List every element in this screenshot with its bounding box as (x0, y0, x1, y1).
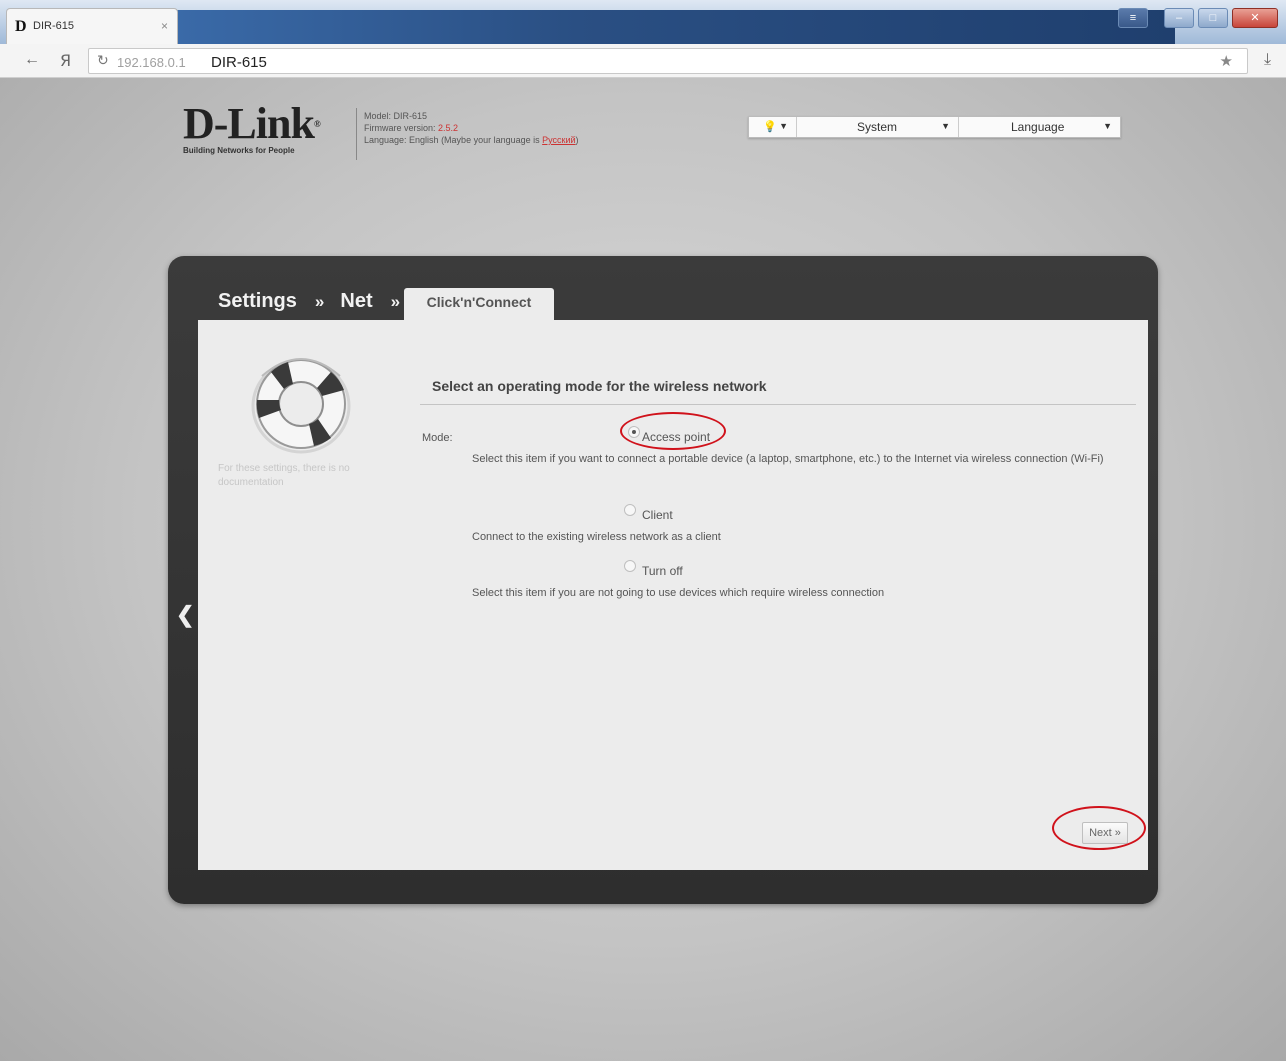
star-icon[interactable]: ★ (1220, 52, 1233, 70)
mode-label: Mode: (422, 432, 453, 444)
back-icon[interactable]: ← (24, 51, 40, 69)
chevron-down-icon: ▼ (779, 121, 788, 131)
system-menu-label: System (857, 120, 898, 134)
breadcrumb: Settings» Net» (218, 290, 401, 312)
tab-click-n-connect[interactable]: Click'n'Connect (404, 288, 554, 322)
section-divider (420, 404, 1136, 405)
option-desc-client: Connect to the existing wireless network… (472, 531, 721, 543)
browser-toolbar: ← Я ↻ 192.168.0.1 DIR-615 ★ ⤓ (0, 44, 1286, 78)
minimize-button[interactable]: – (1164, 8, 1194, 28)
dlink-logo: D-Link® Building Networks for People (183, 99, 345, 160)
section-title: Select an operating mode for the wireles… (432, 378, 767, 394)
system-menu[interactable]: System ▼ (797, 117, 959, 137)
tab-title: DIR-615 (33, 20, 74, 32)
firmware-version: 2.5.2 (438, 123, 459, 133)
radio-turn-off[interactable] (624, 560, 636, 572)
download-icon[interactable]: ⤓ (1264, 51, 1271, 69)
option-label-turn-off[interactable]: Turn off (642, 564, 683, 578)
chevron-down-icon: ▼ (941, 121, 950, 131)
annotation-circle-access-point (620, 412, 726, 450)
option-label-client[interactable]: Client (642, 508, 673, 522)
language-line: Language: English (Maybe your language i… (364, 135, 579, 145)
option-desc-turn-off: Select this item if you are not going to… (472, 587, 885, 599)
no-documentation-note: For these settings, there is no document… (218, 463, 350, 488)
address-bar[interactable]: ↻ 192.168.0.1 DIR-615 ★ (88, 48, 1248, 74)
radio-client[interactable] (624, 504, 636, 516)
chevron-down-icon: ▼ (1103, 121, 1112, 131)
annotation-circle-next (1052, 806, 1146, 850)
url-page-title: DIR-615 (211, 54, 267, 71)
option-desc-access-point: Select this item if you want to connect … (472, 453, 1104, 465)
yandex-icon[interactable]: Я (60, 51, 71, 70)
tab-close-icon[interactable]: × (161, 19, 168, 33)
page-body: D-Link® Building Networks for People Mod… (0, 78, 1286, 1061)
language-menu-label: Language (1011, 120, 1065, 134)
tab-favicon-icon: D (15, 18, 27, 35)
window-controls: ≡ – □ ✕ (1118, 8, 1278, 30)
window-titlebar: D DIR-615 × ≡ – □ ✕ (0, 0, 1286, 44)
device-info: Model: DIR-615 Firmware version: 2.5.2 L… (364, 110, 579, 146)
browser-tab[interactable]: D DIR-615 × (6, 8, 178, 44)
top-menu: 💡 ▼ System ▼ Language ▼ (748, 116, 1121, 138)
header-divider (356, 108, 357, 160)
maximize-button[interactable]: □ (1198, 8, 1228, 28)
breadcrumb-settings[interactable]: Settings (218, 290, 297, 312)
language-menu[interactable]: Language ▼ (959, 117, 1120, 137)
language-link[interactable]: Русский (542, 135, 575, 145)
close-window-button[interactable]: ✕ (1232, 8, 1278, 28)
url-host: 192.168.0.1 (117, 55, 186, 70)
lifebuoy-icon (251, 358, 351, 454)
chevron-left-icon[interactable]: ❮ (176, 602, 194, 628)
brand-name: D-Link® (183, 99, 321, 148)
hint-menu[interactable]: 💡 ▼ (749, 117, 797, 137)
settings-frame: Settings» Net» Click'n'Connect ❮ For thes… (168, 256, 1158, 904)
firmware-line: Firmware version: 2.5.2 (364, 123, 459, 133)
reload-icon[interactable]: ↻ (97, 52, 109, 69)
breadcrumb-net[interactable]: Net (340, 290, 372, 312)
browser-menu-icon[interactable]: ≡ (1118, 8, 1148, 28)
titlebar-background (175, 10, 1175, 44)
model-label: Model: DIR-615 (364, 111, 428, 121)
brand-tagline: Building Networks for People (183, 146, 295, 155)
content-panel: For these settings, there is no document… (198, 320, 1148, 870)
lightbulb-icon: 💡 (763, 121, 777, 133)
